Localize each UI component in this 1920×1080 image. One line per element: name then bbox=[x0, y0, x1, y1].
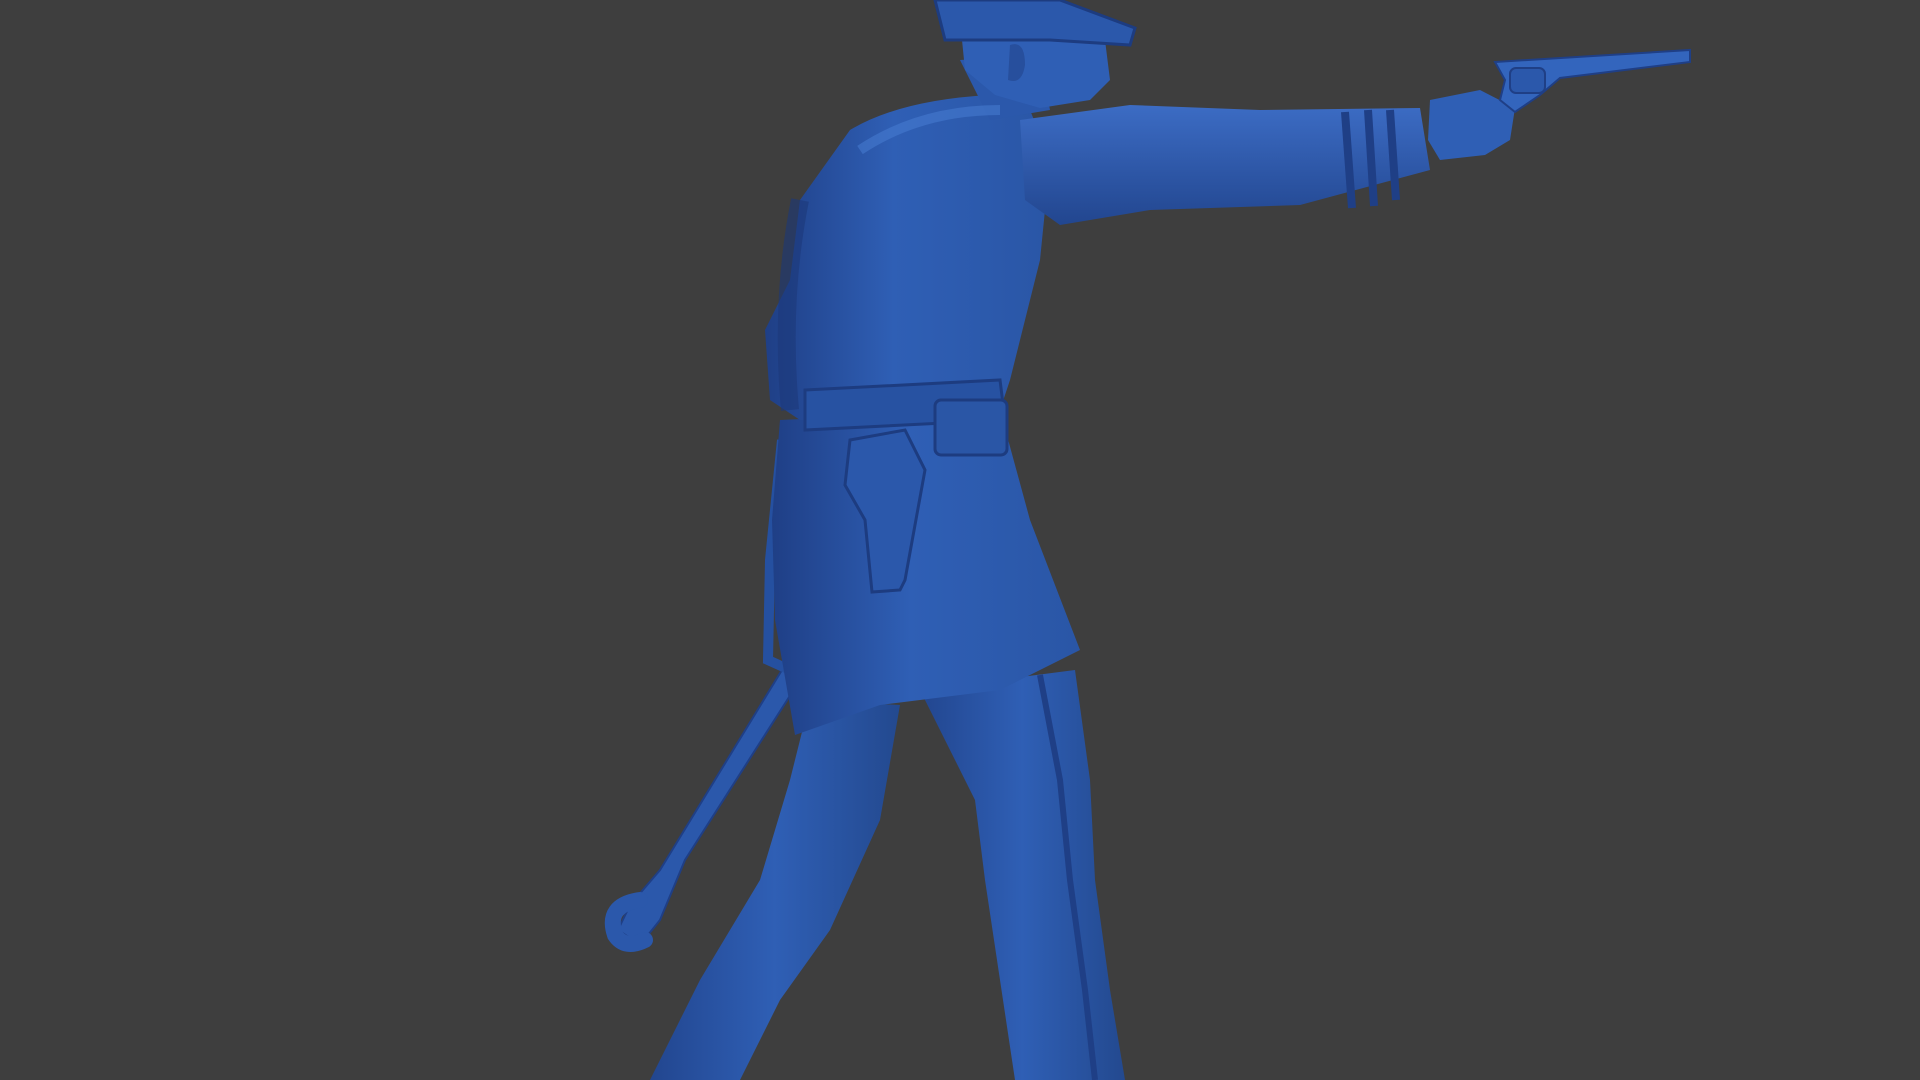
torso bbox=[765, 95, 1050, 420]
left-leg bbox=[650, 700, 900, 1080]
sculpt-render bbox=[604, 0, 1691, 1080]
3d-viewport[interactable] bbox=[0, 0, 1920, 1080]
right-leg bbox=[920, 670, 1125, 1080]
kepi-cap bbox=[933, 0, 1137, 47]
cartridge-box bbox=[933, 398, 1009, 457]
revolver-cylinder bbox=[1509, 67, 1546, 94]
